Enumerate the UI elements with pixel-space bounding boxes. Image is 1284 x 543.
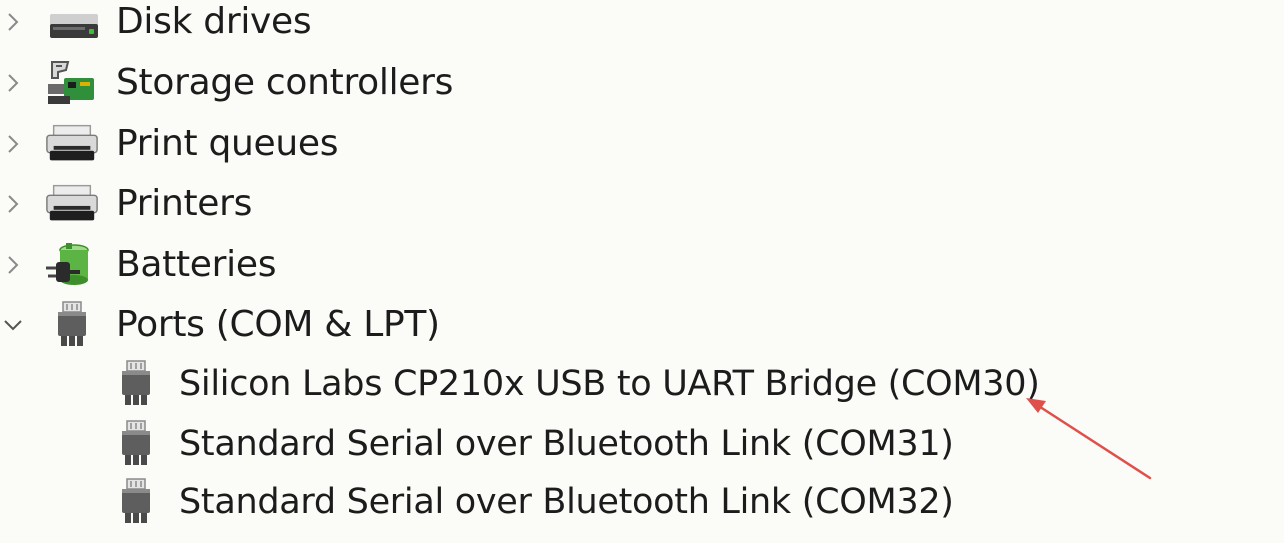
annotation-arrow bbox=[1026, 398, 1152, 480]
device-tree: Disk drives Storage controllers Print qu… bbox=[0, 0, 1284, 543]
